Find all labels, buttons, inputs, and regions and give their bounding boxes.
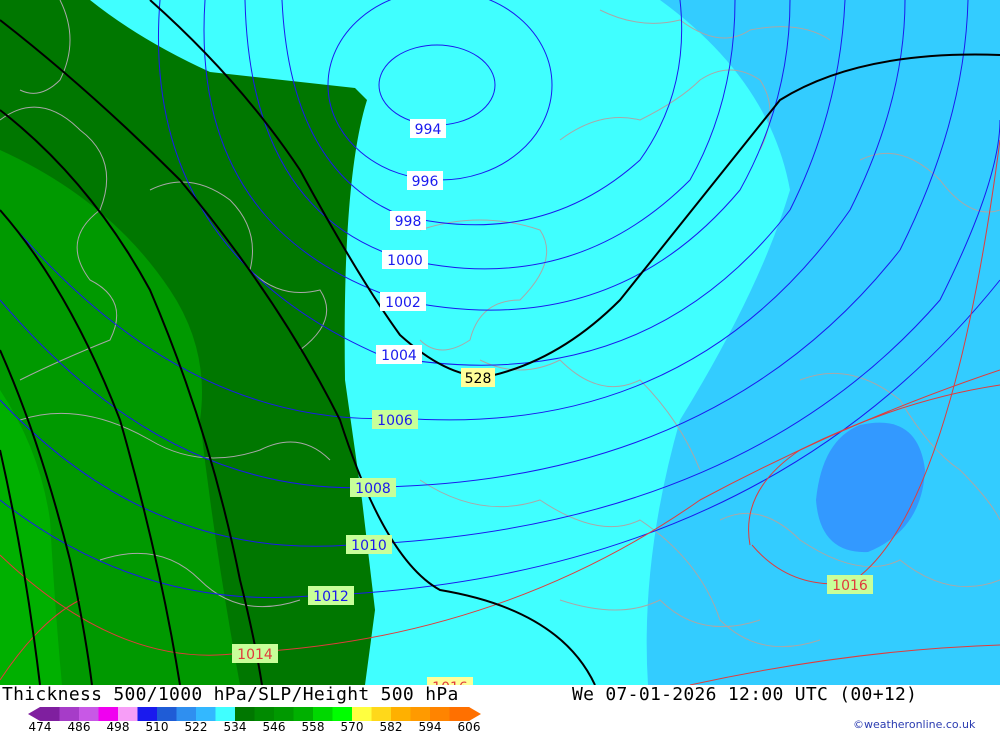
legend-swatch [137, 707, 158, 721]
slp-label-1004: 1004 [376, 345, 422, 364]
legend-swatch [118, 707, 138, 721]
slp-label-1010: 1010 [346, 535, 392, 554]
svg-text:1016: 1016 [832, 578, 868, 594]
legend-swatch [40, 707, 60, 721]
legend-swatch [332, 707, 353, 721]
legend-swatch [371, 707, 392, 721]
slp-label-1006: 1006 [372, 410, 418, 429]
legend-swatch [59, 707, 80, 721]
slp-label-994: 994 [410, 119, 446, 138]
map-title: Thickness 500/1000 hPa/SLP/Height 500 hP… [2, 684, 459, 705]
svg-text:1002: 1002 [385, 295, 421, 311]
credit-text: ©weatheronline.co.uk [853, 718, 976, 731]
valid-time: We 07-01-2026 12:00 UTC (00+12) [572, 684, 918, 705]
svg-text:1014: 1014 [237, 647, 273, 663]
legend-swatch [352, 707, 372, 721]
legend-swatch [79, 707, 99, 721]
svg-text:528: 528 [465, 371, 492, 387]
svg-text:1004: 1004 [381, 348, 417, 364]
legend-arrow-left [28, 707, 40, 721]
legend-swatch [410, 707, 431, 721]
legend-swatch [293, 707, 314, 721]
legend-swatch [430, 707, 450, 721]
legend-arrow-right [469, 707, 481, 721]
legend-tick-label: 558 [302, 720, 325, 733]
slp-label-1002: 1002 [380, 292, 426, 311]
legend-swatch [391, 707, 411, 721]
legend-swatch [313, 707, 333, 721]
legend-tick-label: 570 [341, 720, 364, 733]
slp-label-998: 998 [390, 211, 426, 230]
svg-text:998: 998 [395, 214, 422, 230]
legend-swatch [196, 707, 216, 721]
legend-tick-label: 594 [419, 720, 442, 733]
weather-map: 994 996 998 1000 1002 1004 1006 1008 101… [0, 0, 1000, 685]
svg-text:1010: 1010 [351, 538, 387, 554]
legend-swatch [235, 707, 255, 721]
svg-text:1012: 1012 [313, 589, 349, 605]
legend-tick-label: 474 [29, 720, 52, 733]
svg-text:996: 996 [412, 174, 439, 190]
legend-tick-label: 510 [146, 720, 169, 733]
legend-swatch [254, 707, 275, 721]
svg-text:1008: 1008 [355, 481, 391, 497]
legend-swatch [98, 707, 119, 721]
svg-text:1000: 1000 [387, 253, 423, 269]
height-label-528: 528 [461, 368, 495, 387]
legend-swatch [176, 707, 197, 721]
legend-swatch [274, 707, 294, 721]
legend-tick-label: 534 [224, 720, 247, 733]
slp-label-1016: 1016 [827, 575, 873, 594]
legend-tick-label: 582 [380, 720, 403, 733]
legend-ticks: 474 486 498 510 522 534 546 558 570 582 594 606 [29, 720, 481, 733]
legend-tick-label: 498 [107, 720, 130, 733]
slp-label-996: 996 [407, 171, 443, 190]
legend-swatches [28, 707, 481, 721]
map-canvas: 994 996 998 1000 1002 1004 1006 1008 101… [0, 0, 1000, 685]
legend-swatch [215, 707, 236, 721]
slp-label-1014: 1014 [232, 644, 278, 663]
legend-tick-label: 486 [68, 720, 91, 733]
svg-text:1006: 1006 [377, 413, 413, 429]
slp-label-1008: 1008 [350, 478, 396, 497]
legend-swatch [157, 707, 177, 721]
slp-label-1012: 1012 [308, 586, 354, 605]
legend-tick-label: 606 [458, 720, 481, 733]
legend-swatch [449, 707, 470, 721]
color-scale: 474 486 498 510 522 534 546 558 570 582 594 606 [28, 707, 481, 733]
slp-label-1000: 1000 [382, 250, 428, 269]
legend-tick-label: 522 [185, 720, 208, 733]
svg-text:994: 994 [415, 122, 442, 138]
legend-tick-label: 546 [263, 720, 286, 733]
